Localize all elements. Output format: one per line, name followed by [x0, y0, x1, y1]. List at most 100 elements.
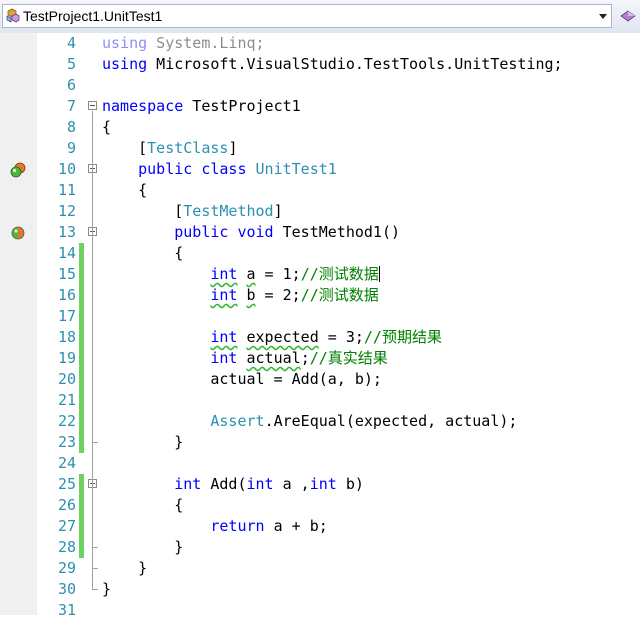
test-results-icon[interactable]	[10, 162, 26, 178]
line-number: 18	[57, 328, 76, 346]
code-line[interactable]: 7 namespace TestProject1	[0, 96, 640, 117]
line-number: 5	[66, 55, 76, 73]
code-line[interactable]: 26 {	[0, 495, 640, 516]
change-indicator	[79, 516, 84, 537]
code-line[interactable]: 21	[0, 390, 640, 411]
fold-guide-end	[92, 442, 98, 443]
line-number: 29	[57, 559, 76, 577]
line-number: 12	[57, 202, 76, 220]
code-line[interactable]: 31	[0, 600, 640, 621]
code-line[interactable]: 12 [TestMethod]	[0, 201, 640, 222]
line-number: 14	[57, 244, 76, 262]
code-line[interactable]: 19 int actual;//真实结果	[0, 348, 640, 369]
code-text: }	[102, 538, 184, 556]
code-line[interactable]: 13 public void TestMethod1()	[0, 222, 640, 243]
line-number: 23	[57, 433, 76, 451]
change-indicator	[79, 243, 84, 264]
code-text: public void TestMethod1()	[174, 223, 401, 241]
code-line[interactable]: 15 int a = 1;//测试数据	[0, 264, 640, 285]
change-indicator	[79, 327, 84, 348]
code-line[interactable]: 6	[0, 75, 640, 96]
type-dropdown[interactable]: TestProject1.UnitTest1	[2, 4, 612, 28]
change-indicator	[79, 495, 84, 516]
line-number: 15	[57, 265, 76, 283]
code-editor[interactable]: 4 using System.Linq; 5 using Microsoft.Visu…	[0, 33, 640, 619]
change-indicator	[79, 474, 84, 495]
fold-guide-end	[92, 589, 98, 590]
code-text: [TestMethod]	[102, 202, 283, 220]
navigation-bar: TestProject1.UnitTest1	[0, 0, 640, 34]
change-indicator	[79, 306, 84, 327]
line-number: 17	[57, 307, 76, 325]
line-number: 22	[57, 412, 76, 430]
code-line[interactable]: 22 Assert.AreEqual(expected, actual);	[0, 411, 640, 432]
code-line[interactable]: 18 int expected = 3;//预期结果	[0, 327, 640, 348]
method-icon[interactable]	[619, 7, 637, 25]
class-icon	[6, 8, 20, 23]
code-text: int actual;//真实结果	[210, 349, 388, 367]
fold-guide	[92, 489, 93, 547]
code-text: Assert.AreEqual(expected, actual);	[210, 412, 518, 430]
code-line[interactable]: 8{	[0, 117, 640, 138]
line-number: 10	[57, 160, 76, 178]
line-number: 9	[66, 139, 76, 157]
code-text: int Add(int a ,int b)	[174, 475, 364, 493]
text-caret	[378, 266, 380, 282]
code-text: namespace TestProject1	[102, 97, 301, 115]
line-number: 25	[57, 475, 76, 493]
code-line[interactable]: 11 {	[0, 180, 640, 201]
change-indicator	[79, 285, 84, 306]
collapse-icon[interactable]	[88, 101, 97, 110]
line-number: 21	[57, 391, 76, 409]
code-line[interactable]: 24	[0, 453, 640, 474]
code-text: }	[102, 433, 184, 451]
line-number: 19	[57, 349, 76, 367]
code-text: actual = Add(a, b);	[102, 370, 382, 388]
code-line[interactable]: 10 public class UnitTest1	[0, 159, 640, 180]
change-indicator	[79, 348, 84, 369]
change-indicator	[79, 264, 84, 285]
line-number: 8	[66, 118, 76, 136]
code-line[interactable]: 16 int b = 2;//测试数据	[0, 285, 640, 306]
line-number: 27	[57, 517, 76, 535]
line-number: 31	[57, 601, 76, 619]
code-text: {	[102, 118, 112, 136]
code-text: public class UnitTest1	[138, 160, 337, 178]
code-text: [TestClass]	[102, 139, 238, 157]
fold-guide	[92, 237, 93, 442]
line-number: 20	[57, 370, 76, 388]
line-number: 30	[57, 580, 76, 598]
change-indicator	[79, 432, 84, 453]
line-number: 24	[57, 454, 76, 472]
chevron-down-icon[interactable]	[599, 14, 607, 19]
code-line[interactable]: 20 actual = Add(a, b);	[0, 369, 640, 390]
line-number: 26	[57, 496, 76, 514]
code-line[interactable]: 27 return a + b;	[0, 516, 640, 537]
code-line[interactable]: 25 int Add(int a ,int b)	[0, 474, 640, 495]
code-text: int a = 1;//测试数据	[210, 265, 380, 283]
line-number: 11	[57, 181, 76, 199]
line-number: 7	[66, 97, 76, 115]
code-line[interactable]: 9 [TestClass]	[0, 138, 640, 159]
code-text: {	[102, 244, 184, 262]
code-text: return a + b;	[210, 517, 328, 535]
code-text: {	[102, 181, 148, 199]
test-result-icon[interactable]	[10, 225, 26, 241]
type-dropdown-value: TestProject1.UnitTest1	[23, 8, 163, 24]
code-line[interactable]: 14 {	[0, 243, 640, 264]
code-text: }	[102, 559, 148, 577]
code-text: {	[102, 496, 184, 514]
line-number: 13	[57, 223, 76, 241]
code-text: using System.Linq;	[102, 34, 265, 52]
code-line[interactable]: 17	[0, 306, 640, 327]
change-indicator	[79, 411, 84, 432]
change-indicator	[79, 537, 84, 558]
line-number: 28	[57, 538, 76, 556]
code-line[interactable]: 5 using Microsoft.VisualStudio.TestTools.…	[0, 54, 640, 75]
code-line[interactable]: 4 using System.Linq;	[0, 33, 640, 54]
code-text: int expected = 3;//预期结果	[210, 328, 442, 346]
change-indicator	[79, 369, 84, 390]
change-indicator	[79, 390, 84, 411]
line-number: 6	[66, 76, 76, 94]
fold-guide-end	[92, 547, 98, 548]
